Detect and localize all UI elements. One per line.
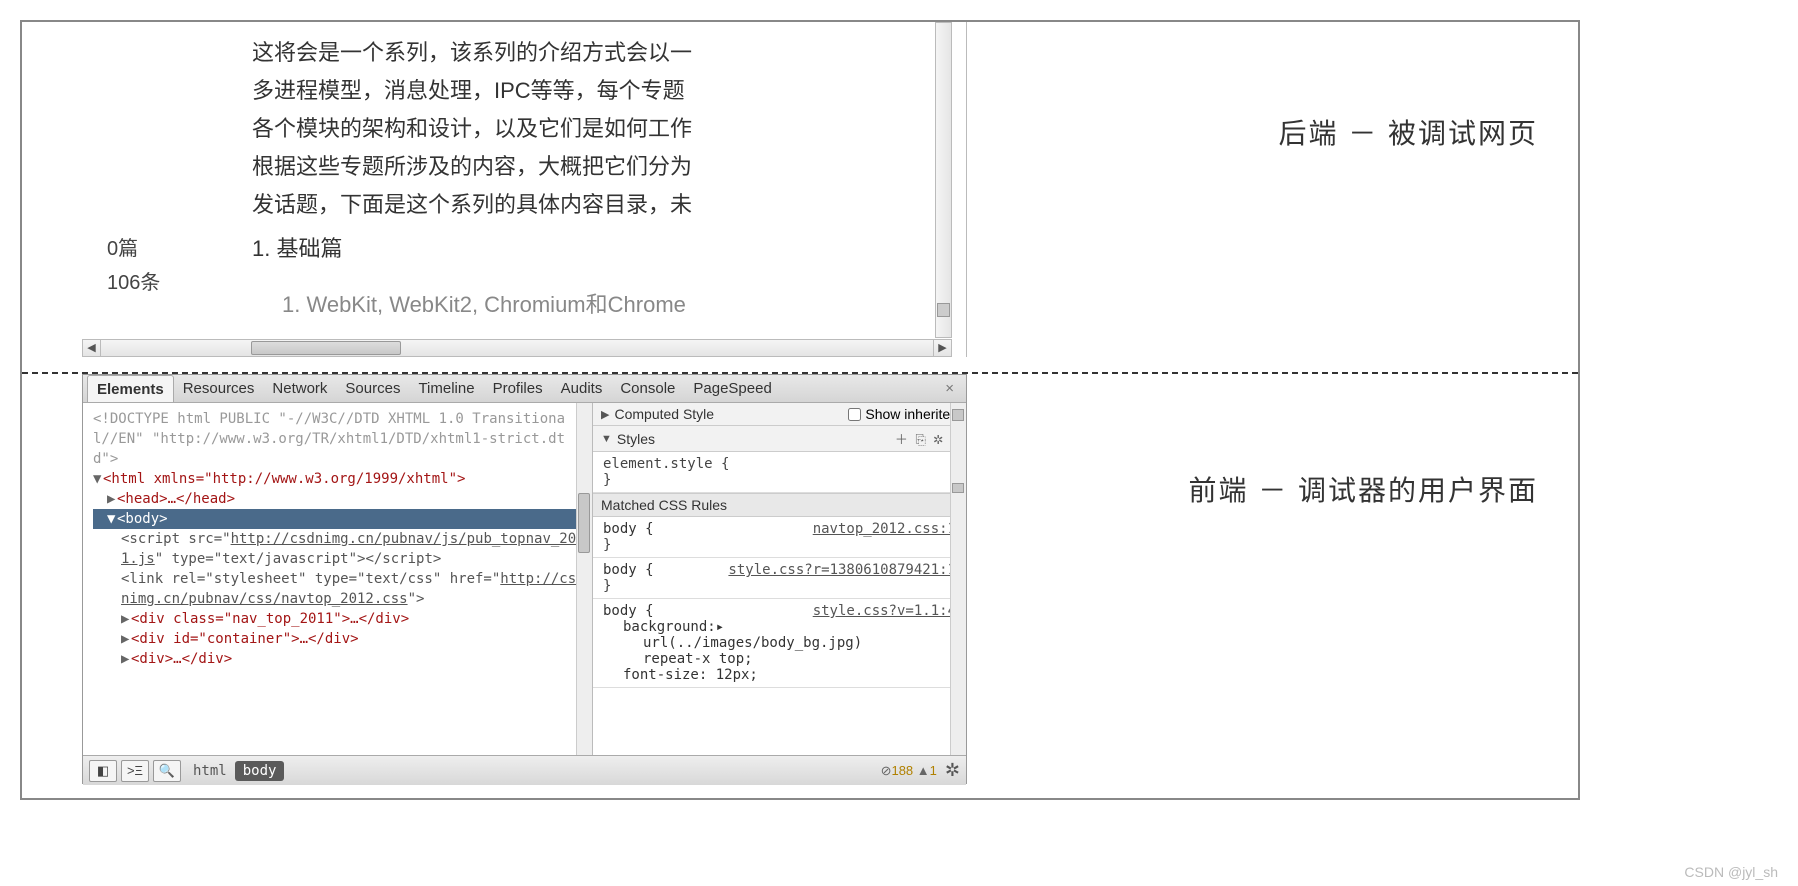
styles-section[interactable]: ▼ Styles ＋ ⎘ ✲ ▾ [593, 426, 966, 452]
css-property[interactable]: url(../images/body_bg.jpg) [603, 635, 956, 651]
tab-profiles[interactable]: Profiles [484, 375, 552, 402]
article-link[interactable]: 1. WebKit, WebKit2, Chromium和Chrome [282, 286, 812, 324]
styles-scrollbar[interactable] [950, 403, 966, 755]
rule-selector: body { [603, 562, 654, 578]
diagram-frame: 0篇 106条 这将会是一个系列，该系列的介绍方式会以一 多进程模型，消息处理，… [20, 20, 1580, 800]
horizontal-scrollbar[interactable]: ◀ ▶ [82, 339, 952, 357]
scrollbar-thumb[interactable] [952, 409, 964, 421]
error-icon: ⊘ [881, 763, 892, 778]
show-inherited-checkbox[interactable] [848, 408, 861, 421]
browser-viewport: 0篇 106条 这将会是一个系列，该系列的介绍方式会以一 多进程模型，消息处理，… [82, 22, 967, 357]
breadcrumb-html[interactable]: html [185, 761, 235, 781]
rule-close: } [603, 537, 611, 553]
script-node[interactable]: <script src="http://csdnimg.cn/pubnav/js… [93, 529, 588, 569]
styles-toolbar-icons[interactable]: ＋ ⎘ ✲ ▾ [895, 429, 958, 448]
matched-rules-header: Matched CSS Rules [593, 493, 966, 517]
show-inherited-label: Show inherited [865, 406, 958, 422]
tab-pagespeed[interactable]: PageSpeed [684, 375, 780, 402]
rule-close: } [603, 578, 611, 594]
frontend-region: Elements Resources Network Sources Timel… [22, 374, 1578, 800]
devtools-window: Elements Resources Network Sources Timel… [82, 374, 967, 784]
dom-tree[interactable]: <!DOCTYPE html PUBLIC "-//W3C//DTD XHTML… [83, 403, 592, 675]
scrollbar-thumb[interactable] [251, 341, 401, 355]
computed-style-section[interactable]: ▶ Computed Style Show inherited [593, 403, 966, 426]
scrollbar-track[interactable] [101, 340, 933, 356]
dom-tree-panel: <!DOCTYPE html PUBLIC "-//W3C//DTD XHTML… [83, 403, 593, 755]
body-node-selected[interactable]: ▼<body> [93, 509, 588, 529]
frontend-label: 前端 － 调试器的用户界面 [1188, 469, 1538, 509]
dock-button[interactable]: ◧ [89, 760, 117, 782]
css-source-link[interactable]: style.css?r=1380610879421:1 [728, 562, 956, 578]
css-property[interactable]: background:▸ [603, 619, 956, 635]
article-line: 发话题，下面是这个系列的具体内容目录，未 [252, 186, 812, 224]
devtools-tabbar: Elements Resources Network Sources Timel… [83, 375, 966, 403]
tab-sources[interactable]: Sources [336, 375, 409, 402]
head-node[interactable]: ▶<head>…</head> [93, 489, 588, 509]
css-property[interactable]: font-size: 12px; [603, 667, 956, 683]
rule-selector: element.style { [603, 456, 729, 472]
vertical-scrollbar[interactable] [935, 22, 952, 338]
dom-scrollbar[interactable] [576, 403, 592, 755]
devtools-statusbar: ◧ >Ξ 🔍 html body ⊘188 ▲1 ✲ [83, 755, 966, 785]
tab-resources[interactable]: Resources [174, 375, 264, 402]
article-heading: 1. 基础篇 [252, 230, 812, 268]
devtools-body: <!DOCTYPE html PUBLIC "-//W3C//DTD XHTML… [83, 403, 966, 755]
tab-network[interactable]: Network [263, 375, 336, 402]
element-style-rule[interactable]: element.style {} [593, 452, 966, 493]
error-warning-status[interactable]: ⊘188 ▲1 [881, 763, 937, 779]
article-line: 多进程模型，消息处理，IPC等等，每个专题 [252, 72, 812, 110]
tab-elements[interactable]: Elements [87, 375, 174, 402]
scrollbar-thumb[interactable] [578, 493, 590, 553]
expand-icon[interactable]: ▶ [601, 408, 609, 421]
link-node[interactable]: <link rel="stylesheet" type="text/css" h… [93, 569, 588, 609]
css-rule[interactable]: style.css?v=1.1:4 body { background:▸ ur… [593, 599, 966, 688]
settings-gear-icon[interactable]: ✲ [945, 760, 960, 781]
scrollbar-thumb[interactable] [937, 303, 950, 317]
computed-style-label: Computed Style [614, 406, 714, 422]
doctype-node[interactable]: <!DOCTYPE html PUBLIC "-//W3C//DTD XHTML… [93, 409, 588, 469]
html-node[interactable]: ▼<html xmlns="http://www.w3.org/1999/xht… [93, 469, 588, 489]
css-source-link[interactable]: style.css?v=1.1:4 [813, 603, 956, 619]
article-line: 各个模块的架构和设计，以及它们是如何工作 [252, 110, 812, 148]
div-node[interactable]: ▶<div>…</div> [93, 649, 588, 669]
watermark: CSDN @jyl_sh [1684, 864, 1778, 880]
css-source-link[interactable]: navtop_2012.css:1 [813, 521, 956, 537]
css-property[interactable]: repeat-x top; [603, 651, 956, 667]
article-line: 这将会是一个系列，该系列的介绍方式会以一 [252, 34, 812, 72]
tab-console[interactable]: Console [611, 375, 684, 402]
scroll-right-arrow[interactable]: ▶ [933, 340, 951, 356]
css-rule[interactable]: navtop_2012.css:1 body { } [593, 517, 966, 558]
div-node[interactable]: ▶<div id="container">…</div> [93, 629, 588, 649]
stat-comments: 106条 [107, 266, 160, 300]
css-rule[interactable]: style.css?r=1380610879421:1 body { } [593, 558, 966, 599]
stat-articles: 0篇 [107, 232, 160, 266]
inspect-button[interactable]: 🔍 [153, 760, 181, 782]
breadcrumb-body[interactable]: body [235, 761, 285, 781]
styles-panel: ▶ Computed Style Show inherited ▼ Styles… [593, 403, 966, 755]
console-toggle-button[interactable]: >Ξ [121, 760, 149, 782]
tab-audits[interactable]: Audits [552, 375, 612, 402]
tab-timeline[interactable]: Timeline [409, 375, 483, 402]
collapse-icon[interactable]: ▼ [601, 433, 612, 445]
article-line: 根据这些专题所涉及的内容，大概把它们分为 [252, 148, 812, 186]
styles-label: Styles [617, 431, 655, 447]
sidebar-stats: 0篇 106条 [107, 232, 160, 300]
scroll-left-arrow[interactable]: ◀ [83, 340, 101, 356]
rule-selector: body { [603, 603, 654, 619]
div-node[interactable]: ▶<div class="nav_top_2011">…</div> [93, 609, 588, 629]
close-icon[interactable]: × [937, 380, 962, 397]
rule-selector: body { [603, 521, 654, 537]
warning-icon: ▲ [917, 763, 930, 778]
page-content: 0篇 106条 这将会是一个系列，该系列的介绍方式会以一 多进程模型，消息处理，… [82, 22, 952, 338]
article-body: 这将会是一个系列，该系列的介绍方式会以一 多进程模型，消息处理，IPC等等，每个… [252, 34, 812, 324]
backend-label: 后端 － 被调试网页 [1278, 112, 1538, 152]
scrollbar-thumb[interactable] [952, 483, 964, 493]
backend-region: 0篇 106条 这将会是一个系列，该系列的介绍方式会以一 多进程模型，消息处理，… [22, 22, 1578, 372]
